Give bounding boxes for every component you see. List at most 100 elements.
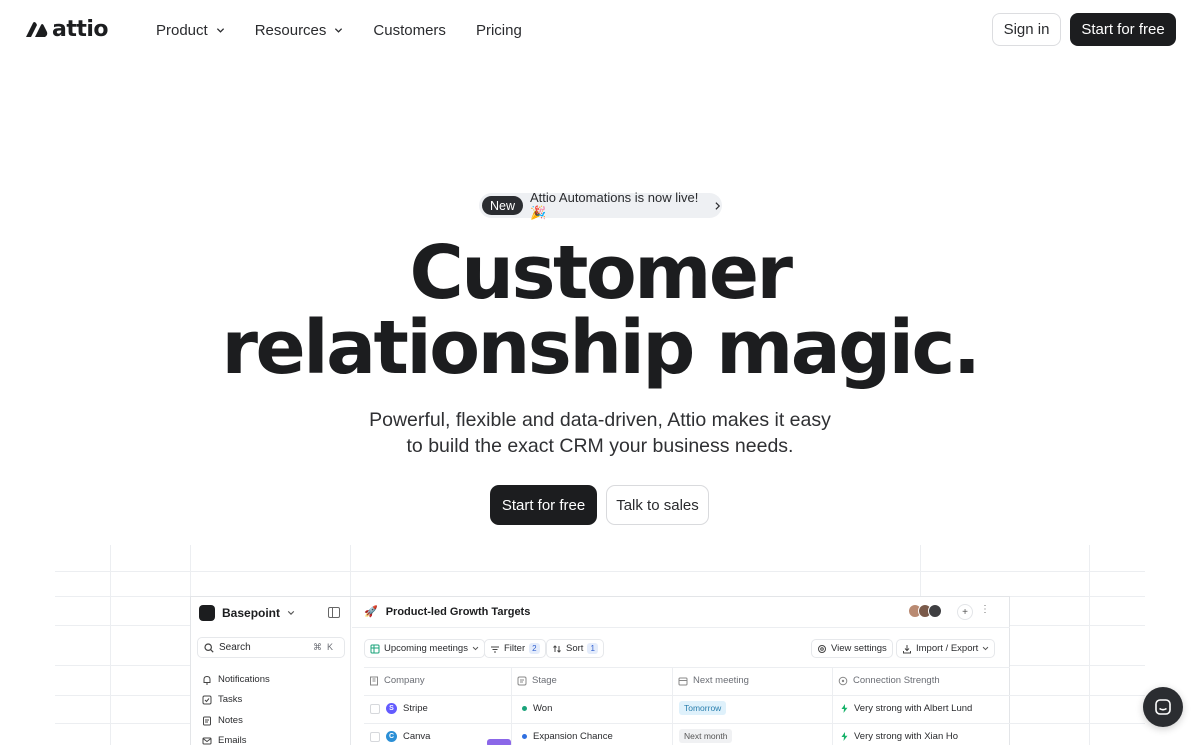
sort-button[interactable]: Sort 1 xyxy=(546,639,604,658)
view-settings-button[interactable]: View settings xyxy=(811,639,893,658)
divider xyxy=(364,723,1010,724)
calendar-icon xyxy=(678,677,688,685)
column-header-label: Connection Strength xyxy=(853,675,940,686)
chevron-down-icon xyxy=(983,646,989,651)
view-selector[interactable]: Upcoming meetings xyxy=(364,639,485,658)
collaborator-avatars[interactable] xyxy=(908,604,942,618)
headline-line-2: relationship magic. xyxy=(221,305,981,391)
divider xyxy=(364,695,1010,696)
stage-cell[interactable]: Expansion Chance xyxy=(522,731,613,742)
mail-icon xyxy=(202,737,212,744)
divider xyxy=(672,667,673,745)
column-header-company[interactable]: Company xyxy=(369,675,425,686)
status-icon xyxy=(517,676,527,685)
nav-product[interactable]: Product xyxy=(156,20,225,40)
sort-icon xyxy=(553,644,561,653)
import-export-button[interactable]: Import / Export xyxy=(896,639,996,658)
table-icon xyxy=(370,644,380,653)
table-row-company[interactable]: C Canva xyxy=(370,731,430,742)
signal-icon xyxy=(838,676,848,685)
filter-count-badge: 2 xyxy=(529,643,540,654)
filter-icon xyxy=(491,646,499,652)
sort-count-badge: 1 xyxy=(587,643,598,654)
stripe-logo-icon: S xyxy=(386,703,397,714)
search-shortcut: ⌘K xyxy=(312,642,338,652)
workspace-switcher[interactable]: Basepoint xyxy=(199,605,295,621)
strength-cell[interactable]: Very strong with Xian Ho xyxy=(841,731,958,742)
sidebar-toggle-icon[interactable] xyxy=(328,607,340,618)
start-for-free-button[interactable]: Start for free xyxy=(490,485,597,525)
download-icon xyxy=(903,644,911,653)
add-collaborator-button[interactable]: + xyxy=(957,604,973,620)
attio-logo[interactable]: attio xyxy=(24,16,109,42)
sidebar-item-label: Notes xyxy=(218,715,243,726)
lightning-icon xyxy=(841,704,848,713)
bell-icon xyxy=(203,675,211,684)
canva-logo-icon: C xyxy=(386,731,397,742)
headline-line-1: Customer xyxy=(409,230,793,316)
view-title: 🚀 Product-led Growth Targets xyxy=(364,605,530,619)
subhead-line-2: to build the exact CRM your business nee… xyxy=(406,435,794,457)
divider xyxy=(832,667,833,745)
row-checkbox[interactable] xyxy=(370,703,380,714)
stage-cell[interactable]: Won xyxy=(522,703,552,714)
sidebar-item-tasks[interactable]: Tasks xyxy=(202,694,242,705)
column-header-next-meeting[interactable]: Next meeting xyxy=(678,675,749,686)
sidebar-item-notifications[interactable]: Notifications xyxy=(202,674,270,685)
hero-subheading: Powerful, flexible and data-driven, Atti… xyxy=(0,407,1200,459)
new-badge: New xyxy=(482,196,524,215)
chevron-down-icon xyxy=(216,27,224,33)
building-icon xyxy=(370,676,378,685)
chevron-down-icon xyxy=(472,646,479,651)
column-header-label: Company xyxy=(384,675,425,686)
chat-icon xyxy=(1155,699,1171,715)
app-main-panel: 🚀 Product-led Growth Targets + ⋮ Upcomin… xyxy=(352,597,1010,745)
nav-pricing[interactable]: Pricing xyxy=(476,20,522,40)
avatar xyxy=(928,604,942,618)
nav-resources-label: Resources xyxy=(254,21,327,39)
announcement-pill[interactable]: New Attio Automations is now live! 🎉 xyxy=(479,190,722,220)
checkbox-icon xyxy=(202,695,212,704)
sidebar-item-notes[interactable]: Notes xyxy=(202,715,243,726)
more-options-icon[interactable]: ⋮ xyxy=(980,604,990,615)
filter-label: Filter xyxy=(504,643,526,654)
talk-to-sales-button[interactable]: Talk to sales xyxy=(606,485,709,525)
cursor-badge xyxy=(487,739,511,745)
nav-resources[interactable]: Resources xyxy=(255,20,344,40)
announcement-text: Attio Automations is now live! 🎉 xyxy=(530,190,699,220)
search-input[interactable]: Search ⌘K xyxy=(197,637,345,658)
stage-value: Won xyxy=(533,703,553,714)
lightning-icon xyxy=(841,732,848,741)
table-row-company[interactable]: S Stripe xyxy=(370,703,428,714)
strength-cell[interactable]: Very strong with Albert Lund xyxy=(841,703,972,714)
meeting-cell[interactable]: Next month xyxy=(679,729,733,743)
column-header-stage[interactable]: Stage xyxy=(517,675,557,686)
subhead-line-1: Powerful, flexible and data-driven, Atti… xyxy=(369,409,831,431)
hero-headline: Customer relationship magic. xyxy=(0,236,1200,386)
nav-links: Product Resources Customers Pricing xyxy=(156,20,522,40)
view-selector-label: Upcoming meetings xyxy=(384,643,468,654)
chevron-down-icon xyxy=(335,27,343,33)
meeting-tag: Tomorrow xyxy=(679,701,727,715)
column-header-connection-strength[interactable]: Connection Strength xyxy=(838,675,940,686)
column-header-label: Stage xyxy=(532,675,557,686)
filter-button[interactable]: Filter 2 xyxy=(484,639,546,658)
meeting-cell[interactable]: Tomorrow xyxy=(679,701,727,715)
workspace-logo-icon xyxy=(199,605,215,621)
sort-label: Sort xyxy=(566,643,584,654)
divider xyxy=(352,627,1010,628)
rocket-icon: 🚀 xyxy=(364,606,378,618)
search-icon xyxy=(204,642,214,653)
import-export-label: Import / Export xyxy=(916,643,979,654)
row-checkbox[interactable] xyxy=(370,731,380,742)
sidebar-item-label: Tasks xyxy=(218,694,243,705)
sidebar-item-emails[interactable]: Emails xyxy=(202,735,247,745)
nav-customers-label: Customers xyxy=(373,21,446,39)
sidebar-item-label: Emails xyxy=(218,735,247,745)
start-for-free-nav-button[interactable]: Start for free xyxy=(1070,13,1176,46)
nav-customers[interactable]: Customers xyxy=(373,20,446,40)
chat-launcher-button[interactable] xyxy=(1143,687,1183,727)
strength-value: Very strong with Albert Lund xyxy=(854,703,973,714)
sign-in-button[interactable]: Sign in xyxy=(992,13,1061,46)
sidebar-item-label: Notifications xyxy=(218,674,270,685)
